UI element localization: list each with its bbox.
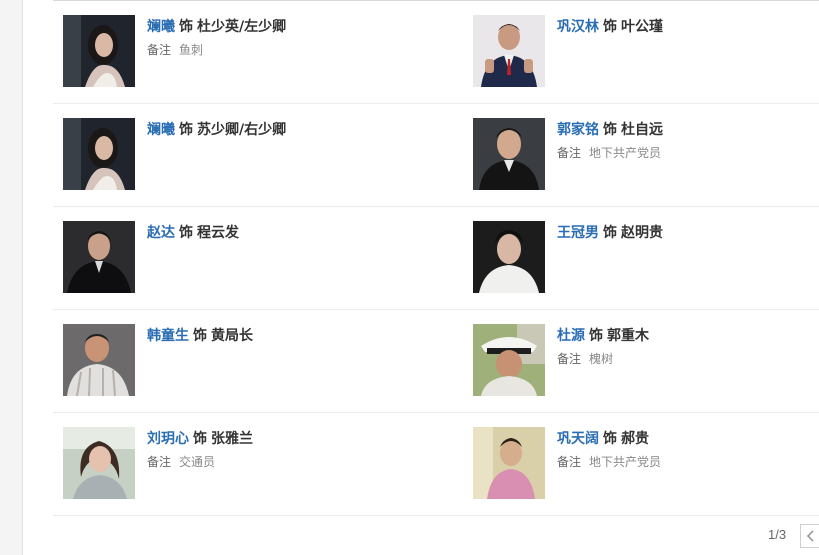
actor-photo[interactable] — [63, 427, 135, 499]
cast-note: 备注 槐树 — [557, 350, 819, 368]
as-label: 饰 — [179, 122, 193, 138]
as-label: 饰 — [179, 225, 193, 241]
cast-line: 杜源饰郭重木 — [557, 326, 819, 346]
cast-item: 巩汉林饰叶公瑾 — [473, 15, 819, 91]
cast-info: 郭家铭饰杜自远 备注 地下共产党员 — [557, 120, 819, 162]
cast-row: 韩童生饰黄局长 杜源饰郭重木 备注 槐树 — [53, 310, 819, 413]
role-name: 郭重木 — [607, 328, 649, 344]
cast-item: 郭家铭饰杜自远 备注 地下共产党员 — [473, 118, 819, 194]
actor-photo[interactable] — [473, 15, 545, 87]
actor-photo[interactable] — [473, 221, 545, 293]
cast-grid: 斓曦饰杜少英/左少卿 备注 鱼刺 巩汉林 饰 叶公瑾 斓曦 饰 苏少卿/右少卿 … — [53, 1, 819, 516]
role-name: 黄局长 — [211, 328, 253, 344]
cast-item: 斓曦饰杜少英/左少卿 备注 鱼刺 — [63, 15, 423, 91]
note-text: 地下共产党员 — [589, 146, 662, 160]
note-label: 备注 — [557, 352, 582, 366]
actor-name-link[interactable]: 刘玥心 — [147, 431, 189, 447]
cast-line: 赵达饰程云发 — [147, 223, 417, 243]
note-text: 鱼刺 — [179, 43, 204, 57]
cast-line: 巩天阔饰郝贵 — [557, 429, 819, 449]
page-indicator: 1/3 — [768, 527, 787, 542]
cast-item: 巩天阔饰郝贵 备注 地下共产党员 — [473, 427, 819, 503]
cast-info: 巩汉林饰叶公瑾 — [557, 17, 819, 37]
actor-photo[interactable] — [473, 427, 545, 499]
actor-photo[interactable] — [63, 324, 135, 396]
cast-row: 斓曦饰苏少卿/右少卿 郭家铭饰杜自远 备注 地下共产党员 — [53, 104, 819, 207]
as-label: 饰 — [603, 431, 617, 447]
cast-line: 王冠男饰赵明贵 — [557, 223, 819, 243]
actor-name-link[interactable]: 巩汉林 — [557, 19, 599, 35]
cast-item: 韩童生饰黄局长 — [63, 324, 423, 400]
cast-info: 赵达饰程云发 — [147, 223, 417, 243]
cast-note: 备注 地下共产党员 — [557, 453, 819, 471]
note-label: 备注 — [147, 43, 172, 57]
actor-name-link[interactable]: 斓曦 — [147, 19, 175, 35]
actor-name-link[interactable]: 巩天阔 — [557, 431, 599, 447]
actor-name-link[interactable]: 韩童生 — [147, 328, 189, 344]
cast-item: 斓曦饰苏少卿/右少卿 — [63, 118, 423, 194]
role-name: 赵明贵 — [621, 225, 663, 241]
as-label: 饰 — [603, 19, 617, 35]
cast-note: 备注 地下共产党员 — [557, 144, 819, 162]
cast-line: 刘玥心饰张雅兰 — [147, 429, 417, 449]
role-name: 张雅兰 — [211, 431, 253, 447]
note-text: 地下共产党员 — [589, 455, 662, 469]
role-name: 杜少英/左少卿 — [197, 19, 287, 35]
cast-info: 刘玥心饰张雅兰 备注 交通员 — [147, 429, 417, 471]
prev-page-button[interactable] — [800, 524, 819, 548]
cast-row: 斓曦饰杜少英/左少卿 备注 鱼刺 巩汉林 饰 叶公瑾 — [53, 1, 819, 104]
actor-name-link[interactable]: 斓曦 — [147, 122, 175, 138]
note-text: 交通员 — [179, 455, 216, 469]
actor-name-link[interactable]: 赵达 — [147, 225, 175, 241]
cast-line: 斓曦饰苏少卿/右少卿 — [147, 120, 417, 140]
cast-info: 斓曦饰杜少英/左少卿 备注 鱼刺 — [147, 17, 417, 59]
left-gutter — [0, 0, 23, 555]
cast-info: 巩天阔饰郝贵 备注 地下共产党员 — [557, 429, 819, 471]
cast-item: 赵达饰程云发 — [63, 221, 423, 297]
actor-photo[interactable] — [473, 324, 545, 396]
cast-item: 刘玥心饰张雅兰 备注 交通员 — [63, 427, 423, 503]
as-label: 饰 — [193, 328, 207, 344]
actor-name-link[interactable]: 杜源 — [557, 328, 585, 344]
actor-photo[interactable] — [473, 118, 545, 190]
chevron-left-icon — [806, 530, 814, 542]
role-name: 叶公瑾 — [621, 19, 663, 35]
cast-line: 韩童生饰黄局长 — [147, 326, 417, 346]
role-name: 苏少卿/右少卿 — [197, 122, 287, 138]
cast-row: 赵达饰程云发 王冠男饰赵明贵 — [53, 207, 819, 310]
cast-note: 备注 交通员 — [147, 453, 417, 471]
as-label: 饰 — [603, 122, 617, 138]
cast-item: 杜源饰郭重木 备注 槐树 — [473, 324, 819, 400]
note-label: 备注 — [557, 146, 582, 160]
as-label: 饰 — [179, 19, 193, 35]
cast-line: 郭家铭饰杜自远 — [557, 120, 819, 140]
cast-item: 王冠男饰赵明贵 — [473, 221, 819, 297]
note-text: 槐树 — [589, 352, 614, 366]
role-name: 郝贵 — [621, 431, 649, 447]
note-label: 备注 — [557, 455, 582, 469]
cast-line: 巩汉林饰叶公瑾 — [557, 17, 819, 37]
cast-row: 刘玥心饰张雅兰 备注 交通员 巩天阔 饰 郝贵 备注 地下共产党员 — [53, 413, 819, 516]
cast-line: 斓曦饰杜少英/左少卿 — [147, 17, 417, 37]
as-label: 饰 — [193, 431, 207, 447]
actor-photo[interactable] — [63, 15, 135, 87]
as-label: 饰 — [603, 225, 617, 241]
cast-info: 王冠男饰赵明贵 — [557, 223, 819, 243]
role-name: 杜自远 — [621, 122, 663, 138]
cast-info: 斓曦饰苏少卿/右少卿 — [147, 120, 417, 140]
cast-info: 韩童生饰黄局长 — [147, 326, 417, 346]
cast-note: 备注 鱼刺 — [147, 41, 417, 59]
as-label: 饰 — [589, 328, 603, 344]
actor-photo[interactable] — [63, 221, 135, 293]
role-name: 程云发 — [197, 225, 239, 241]
actor-photo[interactable] — [63, 118, 135, 190]
cast-list-panel: 斓曦饰杜少英/左少卿 备注 鱼刺 巩汉林 饰 叶公瑾 斓曦 饰 苏少卿/右少卿 … — [23, 0, 819, 555]
note-label: 备注 — [147, 455, 172, 469]
actor-name-link[interactable]: 王冠男 — [557, 225, 599, 241]
actor-name-link[interactable]: 郭家铭 — [557, 122, 599, 138]
cast-info: 杜源饰郭重木 备注 槐树 — [557, 326, 819, 368]
